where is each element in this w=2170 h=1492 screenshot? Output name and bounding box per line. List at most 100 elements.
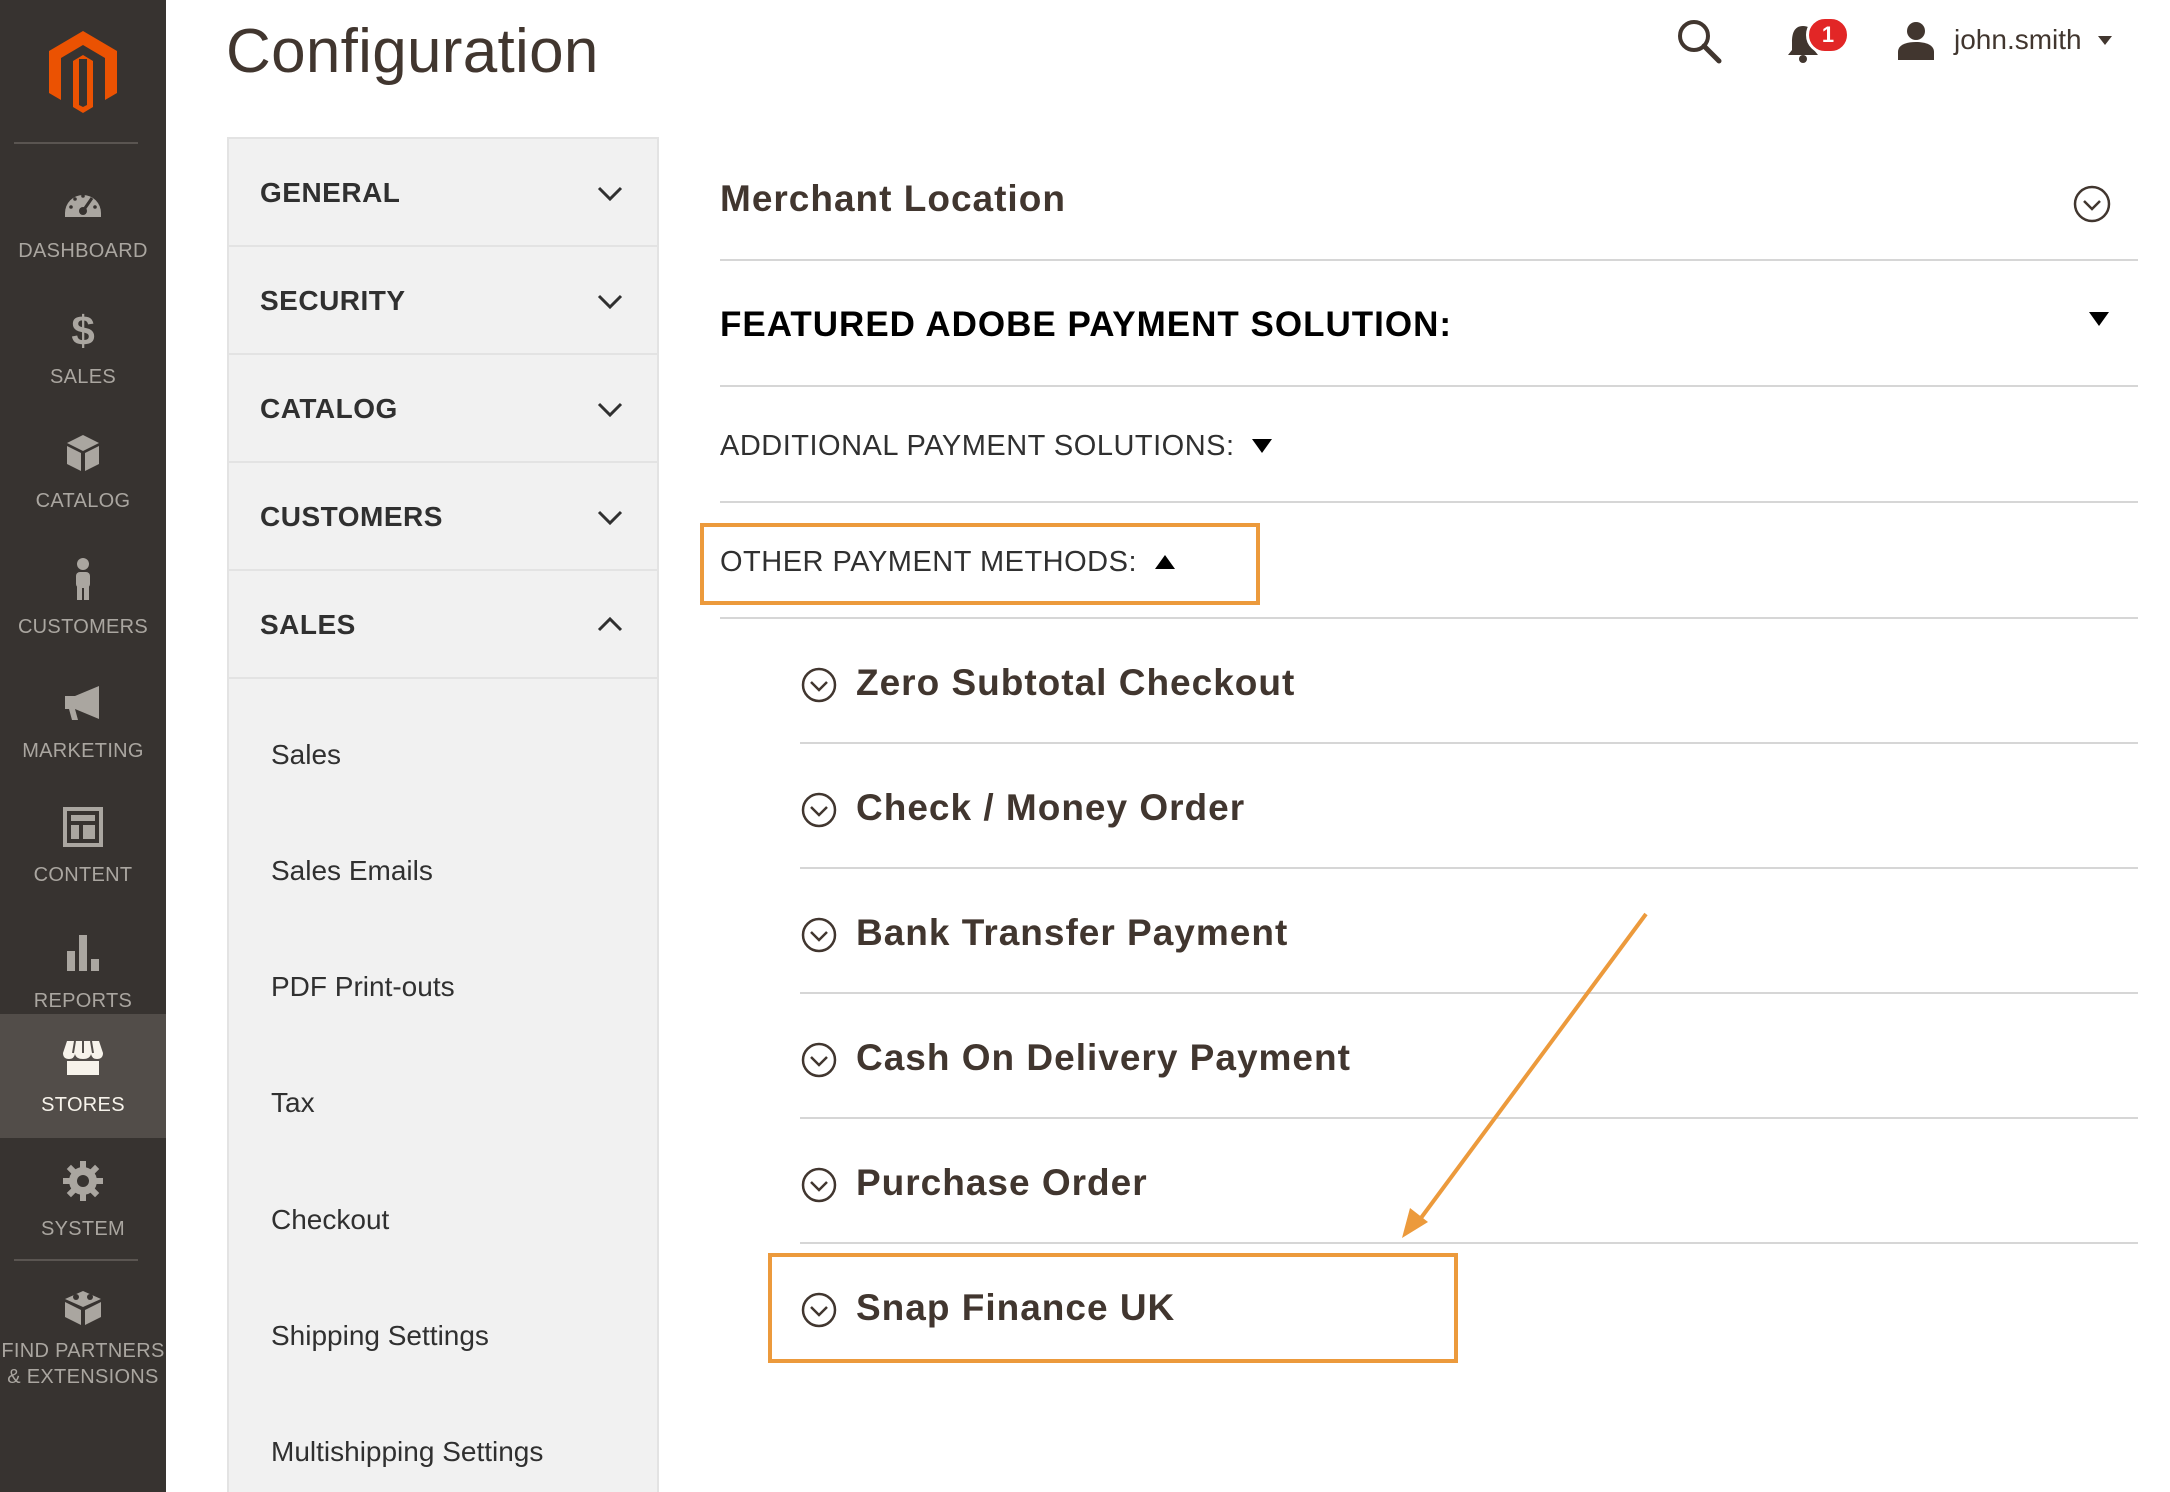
sales-link-checkout[interactable]: Checkout: [271, 1204, 389, 1236]
method-divider: [800, 992, 2138, 994]
magento-logo[interactable]: [0, 0, 166, 142]
caret-down-icon: [1252, 439, 1273, 453]
chevron-down-icon: [597, 186, 623, 202]
search-icon[interactable]: [1676, 18, 1722, 64]
chevron-down-icon: [597, 402, 623, 418]
nav-item-dashboard[interactable]: DASHBOARD: [0, 160, 166, 284]
additional-payment-heading[interactable]: ADDITIONAL PAYMENT SOLUTIONS:: [720, 430, 1273, 463]
svg-text:$: $: [71, 307, 94, 351]
tab-customers[interactable]: CUSTOMERS: [229, 463, 657, 571]
caret-down-icon[interactable]: [2088, 310, 2110, 328]
expand-circle-icon: [801, 667, 837, 703]
payment-method-zero-subtotal[interactable]: Zero Subtotal Checkout: [800, 662, 2138, 791]
nav-label: CATALOG: [35, 490, 131, 512]
expand-circle-icon: [801, 1042, 837, 1078]
caret-down-icon: [2097, 36, 2112, 45]
nav-label: FIND PARTNERS & EXTENSIONS: [0, 1338, 166, 1390]
highlight-box: [700, 523, 1260, 605]
merchant-location-heading[interactable]: Merchant Location: [720, 178, 1066, 220]
app-root: DASHBOARD $ SALES CATALOG CUSTOMERS MARK…: [0, 0, 2170, 1492]
payment-method-label: Cash On Delivery Payment: [856, 1037, 1351, 1078]
method-divider: [800, 867, 2138, 869]
nav-label: SALES: [50, 366, 116, 388]
tab-label: SALES: [260, 609, 356, 640]
page-title: Configuration: [226, 17, 599, 86]
nav-label: MARKETING: [22, 740, 144, 762]
nav-separator: [14, 1259, 138, 1261]
sales-link-sales[interactable]: Sales: [271, 739, 341, 771]
nav-label-line: & EXTENSIONS: [7, 1366, 159, 1388]
chevron-down-icon: [597, 294, 623, 310]
section-divider: [720, 501, 2138, 503]
nav-item-content[interactable]: CONTENT: [0, 784, 166, 908]
nav-item-find-partners[interactable]: FIND PARTNERS & EXTENSIONS: [0, 1264, 166, 1414]
method-divider: [800, 742, 2138, 744]
sales-link-shipping-settings[interactable]: Shipping Settings: [271, 1320, 489, 1352]
tab-label: CATALOG: [260, 393, 398, 424]
tab-label: CUSTOMERS: [260, 501, 443, 532]
tab-label: SECURITY: [260, 285, 406, 316]
notifications-button[interactable]: 1: [1786, 16, 1852, 66]
nav-separator: [14, 142, 138, 144]
nav-item-customers[interactable]: CUSTOMERS: [0, 536, 166, 660]
nav-label: CONTENT: [33, 864, 133, 886]
admin-nav: DASHBOARD $ SALES CATALOG CUSTOMERS MARK…: [0, 0, 166, 1492]
payment-method-check-money-order[interactable]: Check / Money Order: [800, 787, 2138, 916]
sales-link-pdf-printouts[interactable]: PDF Print-outs: [271, 971, 455, 1003]
username: john.smith: [1954, 24, 2082, 55]
tab-label: GENERAL: [260, 177, 401, 208]
nav-label: SYSTEM: [40, 1218, 126, 1240]
sales-link-tax[interactable]: Tax: [271, 1087, 315, 1119]
sales-link-multishipping-settings[interactable]: Multishipping Settings: [271, 1436, 543, 1468]
chevron-down-icon: [597, 510, 623, 526]
featured-payment-heading[interactable]: FEATURED ADOBE PAYMENT SOLUTION:: [720, 305, 1452, 345]
nav-item-marketing[interactable]: MARKETING: [0, 660, 166, 784]
blocks-icon: [65, 1291, 101, 1325]
megaphone-icon: [65, 686, 99, 720]
nav-item-stores[interactable]: STORES: [0, 1014, 166, 1138]
chevron-up-icon: [597, 616, 623, 632]
section-divider: [720, 617, 2138, 619]
additional-payment-label: ADDITIONAL PAYMENT SOLUTIONS:: [720, 430, 1235, 462]
storefront-icon: [63, 1040, 103, 1075]
sales-link-sales-emails[interactable]: Sales Emails: [271, 855, 433, 887]
user-account-menu[interactable]: john.smith: [1896, 18, 2116, 62]
magento-logo-icon: [49, 31, 117, 113]
expand-circle-icon: [801, 1167, 837, 1203]
nav-label: REPORTS: [33, 990, 133, 1012]
payment-method-bank-transfer[interactable]: Bank Transfer Payment: [800, 912, 2138, 1041]
config-section-nav: GENERAL SECURITY CATALOG CUSTOMERS SALES: [227, 137, 659, 1492]
tab-catalog[interactable]: CATALOG: [229, 355, 657, 463]
method-divider: [800, 1242, 2138, 1244]
box-icon: [67, 435, 99, 471]
expand-circle-icon: [801, 917, 837, 953]
nav-label: DASHBOARD: [18, 240, 148, 262]
highlight-box: [768, 1253, 1458, 1363]
notification-count-badge: 1: [1806, 16, 1850, 54]
section-divider: [720, 259, 2138, 261]
user-icon: [1898, 22, 1934, 60]
payment-method-label: Check / Money Order: [856, 787, 1246, 828]
nav-item-system[interactable]: SYSTEM: [0, 1138, 166, 1262]
method-divider: [800, 1117, 2138, 1119]
expand-circle-icon[interactable]: [2072, 184, 2112, 224]
nav-item-catalog[interactable]: CATALOG: [0, 410, 166, 534]
layout-icon: [63, 807, 103, 847]
payment-method-label: Zero Subtotal Checkout: [856, 662, 1296, 703]
bar-chart-icon: [67, 935, 99, 971]
payment-method-label: Purchase Order: [856, 1162, 1148, 1203]
tab-general[interactable]: GENERAL: [229, 139, 657, 247]
tab-security[interactable]: SECURITY: [229, 247, 657, 355]
payment-method-label: Bank Transfer Payment: [856, 912, 1289, 953]
section-divider: [720, 385, 2138, 387]
tab-sales[interactable]: SALES: [229, 571, 657, 679]
dashboard-icon: [65, 194, 101, 217]
gear-icon: [63, 1161, 103, 1201]
nav-label: STORES: [41, 1094, 125, 1116]
nav-label-line: FIND PARTNERS: [1, 1340, 165, 1362]
expand-circle-icon: [801, 792, 837, 828]
payment-method-cash-on-delivery[interactable]: Cash On Delivery Payment: [800, 1037, 2138, 1166]
nav-item-sales[interactable]: $ SALES: [0, 286, 166, 410]
nav-label: CUSTOMERS: [17, 616, 149, 638]
dollar-icon: $: [71, 307, 94, 351]
